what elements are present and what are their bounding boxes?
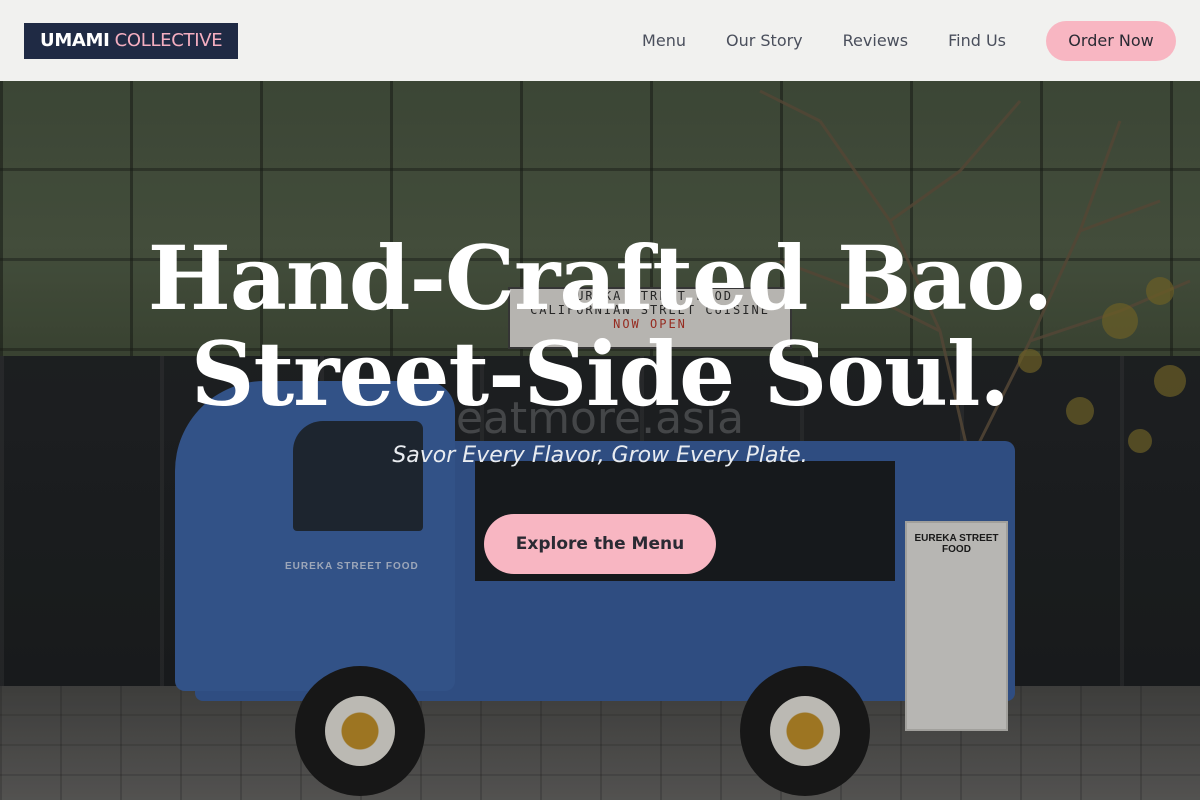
- nav-item-menu[interactable]: Menu: [642, 31, 686, 50]
- hero-tagline: Savor Every Flavor, Grow Every Plate.: [392, 443, 808, 468]
- main-nav: Menu Our Story Reviews Find Us: [642, 31, 1006, 50]
- brand-logo[interactable]: UMAMI COLLECTIVE: [24, 22, 239, 59]
- nav-item-find-us[interactable]: Find Us: [948, 31, 1006, 50]
- nav-item-reviews[interactable]: Reviews: [843, 31, 908, 50]
- hero-headline-line2: Street-Side Soul.: [190, 322, 1010, 426]
- nav-item-our-story[interactable]: Our Story: [726, 31, 803, 50]
- hero-headline: Hand-Crafted Bao. Street-Side Soul.: [0, 230, 1200, 422]
- hero-headline-line1: Hand-Crafted Bao.: [147, 226, 1053, 330]
- explore-menu-button[interactable]: Explore the Menu: [484, 514, 716, 574]
- brand-name-secondary: COLLECTIVE: [114, 30, 223, 51]
- site-header: UMAMI COLLECTIVE Menu Our Story Reviews …: [0, 0, 1200, 81]
- order-now-button[interactable]: Order Now: [1046, 20, 1176, 61]
- brand-name-primary: UMAMI: [40, 30, 110, 51]
